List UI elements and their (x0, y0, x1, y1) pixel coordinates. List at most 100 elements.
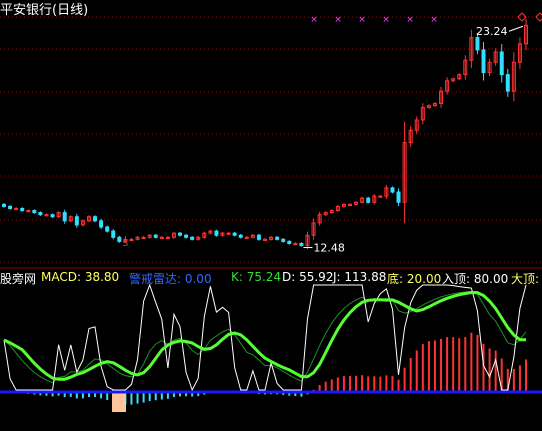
signal-marker: × (310, 15, 318, 25)
candle (56, 211, 61, 219)
candle-body (153, 234, 158, 238)
alarm-value: 警戒雷达: 0.00 (129, 272, 212, 286)
candle (360, 196, 365, 204)
candle (147, 234, 152, 239)
candle (184, 234, 189, 239)
d-value: D: 55.92 (282, 270, 334, 284)
candle-body (93, 216, 98, 222)
candle (153, 234, 158, 239)
candle (202, 231, 207, 239)
candle (311, 218, 316, 240)
candle (68, 215, 73, 223)
candle-body (505, 74, 510, 92)
candle (269, 236, 274, 241)
k-value: K: 75.24 (231, 270, 282, 284)
candle-body (184, 234, 189, 238)
candle (463, 55, 468, 80)
stock-chart: × × × × × × 23.24 12.48 S 平安银行(日线) 股旁网 MACD: 38… (0, 0, 542, 427)
candle (232, 231, 237, 237)
candle-body (481, 49, 486, 74)
bottom-level: 底: 20.00 (387, 272, 442, 286)
candle-body (499, 51, 504, 76)
candle (135, 236, 140, 241)
signal-marker: × (406, 15, 414, 25)
candle (165, 236, 170, 239)
candle-body (281, 238, 286, 242)
candle (263, 238, 267, 242)
candle-body (111, 230, 116, 238)
low-price-label: 12.48 (313, 242, 345, 255)
macd-histogram (9, 332, 527, 412)
candle (32, 209, 37, 214)
candle (366, 196, 371, 204)
candle-body (62, 212, 67, 222)
oscillator-lines (0, 283, 542, 394)
candle-body (32, 210, 37, 214)
signal-marker: × (334, 15, 342, 25)
candle (287, 240, 292, 245)
candle (8, 205, 13, 210)
candle (50, 213, 55, 218)
candle (20, 207, 25, 212)
candle (517, 37, 522, 69)
chart-title: 平安银行(日线) (0, 3, 89, 18)
candle (105, 225, 110, 233)
candle (384, 185, 389, 199)
candle-body (396, 191, 401, 203)
candle-body (20, 207, 25, 212)
candle-body (390, 187, 395, 193)
signal-marker: × (430, 15, 438, 25)
candle (323, 211, 328, 216)
candle (80, 219, 85, 227)
candle (299, 242, 304, 247)
candle (390, 186, 395, 194)
candle (26, 209, 31, 213)
candle (44, 213, 49, 217)
candle (481, 42, 486, 81)
high-price-arrow (508, 25, 524, 32)
candle-body (238, 234, 243, 238)
candle-body (214, 230, 219, 236)
candle (499, 44, 504, 83)
candle-body (117, 236, 122, 242)
candle (426, 104, 431, 109)
candle (208, 229, 213, 235)
candle (14, 207, 19, 211)
candle (524, 18, 528, 51)
candle (317, 211, 322, 226)
candle (86, 215, 91, 223)
candle (439, 86, 444, 108)
candle (408, 125, 413, 147)
high-price-label: 23.24 (476, 25, 508, 38)
candle (402, 121, 407, 224)
candle (159, 236, 164, 239)
candle (190, 236, 195, 241)
j-value: J: 113.88 (333, 270, 387, 284)
candle (414, 116, 419, 134)
candle (129, 238, 134, 242)
candle (335, 204, 340, 212)
macd-value: MACD: 38.80 (41, 270, 120, 284)
candle-body (2, 203, 6, 207)
candle (372, 193, 377, 205)
candle (38, 211, 43, 216)
candle-body (275, 236, 280, 240)
candle-body (190, 236, 195, 240)
chart-canvas: × × × × × × 23.2412.48S (0, 12, 542, 412)
candle-body (8, 205, 13, 209)
candle (171, 231, 176, 239)
candle (74, 213, 79, 228)
big-top-level: 大顶: 1 (511, 272, 542, 286)
candle (293, 242, 298, 246)
candle (2, 203, 6, 208)
candle (281, 238, 286, 243)
candle (178, 231, 183, 237)
candle-body (50, 214, 55, 218)
candle (196, 236, 201, 241)
candle (505, 68, 510, 97)
candle (275, 236, 280, 241)
candle-body (475, 37, 480, 51)
candle (378, 194, 383, 198)
candle-body (38, 212, 43, 216)
candle-body (299, 242, 304, 247)
